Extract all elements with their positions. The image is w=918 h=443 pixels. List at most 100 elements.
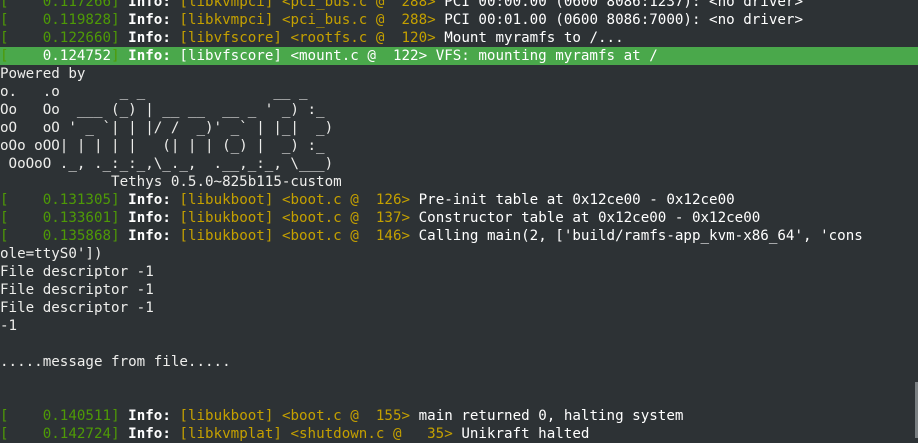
log-source: <boot.c @ 146> [281, 228, 411, 244]
output-line: oO oO ' _ `| | |/ / _)' _` | |_| _) [0, 119, 918, 137]
log-bracket-open: [ [0, 408, 43, 424]
output-text: Tethys 0.5.0~825b115-custom [0, 174, 342, 190]
log-bracket-open: [ [0, 30, 43, 46]
log-source: <mount.c @ 122> [290, 48, 428, 64]
output-line: Tethys 0.5.0~825b115-custom [0, 173, 918, 191]
log-message: Mount myramfs to /... [444, 30, 624, 46]
log-level: Info: [128, 48, 171, 64]
log-bracket-close: ] [111, 12, 129, 28]
log-level: Info: [128, 408, 171, 424]
log-message: Unikraft halted [461, 426, 590, 442]
log-library: [libukboot] [179, 408, 274, 424]
log-line: [ 0.131305] Info: [libukboot] <boot.c @ … [0, 191, 918, 209]
output-line: OoOoO ._, ._:_:_,\_._, .__,_:_, \___) [0, 155, 918, 173]
output-line: o. .o _ _ __ _ [0, 83, 918, 101]
log-line: [ 0.133601] Info: [libukboot] <boot.c @ … [0, 209, 918, 227]
log-line: [ 0.119828] Info: [libkvmpci] <pci_bus.c… [0, 11, 918, 29]
log-bracket-open: [ [0, 12, 43, 28]
log-bracket-close: ] [111, 192, 129, 208]
log-bracket-close: ] [111, 228, 129, 244]
log-level: Info: [128, 0, 171, 10]
log-timestamp: 0.131305 [42, 192, 112, 208]
log-message: Constructor table at 0x12ce00 - 0x12ce00 [418, 210, 761, 226]
output-line: File descriptor -1 [0, 299, 918, 317]
log-message: PCI 00:00.00 (0600 8086:1237): <no drive… [444, 0, 803, 10]
log-library: [libukboot] [179, 192, 274, 208]
log-timestamp: 0.140511 [42, 408, 112, 424]
output-text: ole=ttyS0']) [0, 246, 103, 262]
log-line: [ 0.135868] Info: [libukboot] <boot.c @ … [0, 227, 918, 245]
log-level: Info: [128, 30, 171, 46]
output-text: Powered by [0, 66, 86, 82]
output-text: oOo oOO| | | | | (| | | (_) | _) :_ [0, 138, 325, 154]
log-bracket-close: ] [111, 30, 129, 46]
output-line: -1 [0, 317, 918, 335]
output-text: OoOoO ._, ._:_:_,\_._, .__,_:_, \___) [0, 156, 334, 172]
log-bracket-open: [ [0, 0, 43, 10]
log-bracket-close: ] [111, 408, 129, 424]
log-library: [libvfscore] [179, 30, 282, 46]
log-source: <pci_bus.c @ 288> [281, 0, 436, 10]
log-message: Pre-init table at 0x12ce00 - 0x12ce00 [418, 192, 735, 208]
output-line: ole=ttyS0']) [0, 245, 918, 263]
log-timestamp: 0.133601 [42, 210, 112, 226]
output-text: o. .o _ _ __ _ [0, 84, 308, 100]
log-source: <shutdown.c @ 35> [290, 426, 453, 442]
log-bracket-close: ] [111, 0, 129, 10]
log-message: PCI 00:01.00 (0600 8086:7000): <no drive… [444, 12, 803, 28]
output-line: .....message from file..... [0, 353, 918, 371]
log-source: <boot.c @ 126> [281, 192, 411, 208]
output-line: Powered by [0, 65, 918, 83]
output-text: oO oO ' _ `| | |/ / _)' _` | |_| _) [0, 120, 334, 136]
log-bracket-close: ] [111, 210, 129, 226]
log-timestamp: 0.142724 [42, 426, 112, 442]
output-text: File descriptor -1 [0, 282, 154, 298]
output-text: .....message from file..... [0, 354, 231, 370]
output-text: File descriptor -1 [0, 300, 154, 316]
log-line: [ 0.117266] Info: [libkvmpci] <pci_bus.c… [0, 0, 918, 11]
log-bracket-open: [ [0, 48, 43, 64]
log-level: Info: [128, 12, 171, 28]
log-timestamp: 0.135868 [42, 228, 112, 244]
log-timestamp: 0.117266 [42, 0, 112, 10]
log-library: [libkvmplat] [179, 426, 282, 442]
log-library: [libvfscore] [179, 48, 282, 64]
log-library: [libkvmpci] [179, 12, 274, 28]
log-bracket-close: ] [111, 426, 129, 442]
log-level: Info: [128, 228, 171, 244]
log-message: VFS: mounting myramfs at / [435, 48, 658, 64]
log-bracket-open: [ [0, 210, 43, 226]
log-bracket-close: ] [111, 48, 129, 64]
log-message: main returned 0, halting system [418, 408, 684, 424]
log-timestamp: 0.124752 [42, 48, 112, 64]
output-line: Oo Oo ___ (_) | __ __ __ _ ' _) :_ [0, 101, 918, 119]
output-line: File descriptor -1 [0, 281, 918, 299]
log-source: <rootfs.c @ 120> [290, 30, 436, 46]
log-line: [ 0.140511] Info: [libukboot] <boot.c @ … [0, 407, 918, 425]
output-text: Oo Oo ___ (_) | __ __ __ _ ' _) :_ [0, 102, 325, 118]
log-library: [libukboot] [179, 228, 274, 244]
log-bracket-open: [ [0, 192, 43, 208]
log-bracket-open: [ [0, 426, 43, 442]
output-text: -1 [0, 318, 18, 334]
log-line: [ 0.122660] Info: [libvfscore] <rootfs.c… [0, 29, 918, 47]
output-text: File descriptor -1 [0, 264, 154, 280]
log-timestamp: 0.119828 [42, 12, 112, 28]
log-level: Info: [128, 426, 171, 442]
log-timestamp: 0.122660 [42, 30, 112, 46]
log-message: Calling main(2, ['build/ramfs-app_kvm-x8… [418, 228, 863, 244]
log-library: [libkvmpci] [179, 0, 274, 10]
output-line: oOo oOO| | | | | (| | | (_) | _) :_ [0, 137, 918, 155]
log-source: <boot.c @ 155> [281, 408, 411, 424]
log-bracket-open: [ [0, 228, 43, 244]
log-level: Info: [128, 210, 171, 226]
output-line: File descriptor -1 [0, 263, 918, 281]
log-library: [libukboot] [179, 210, 274, 226]
log-level: Info: [128, 192, 171, 208]
log-source: <boot.c @ 137> [281, 210, 411, 226]
terminal-output: [ 0.117266] Info: [libkvmpci] <pci_bus.c… [0, 0, 918, 443]
log-line: [ 0.142724] Info: [libkvmplat] <shutdown… [0, 425, 918, 443]
